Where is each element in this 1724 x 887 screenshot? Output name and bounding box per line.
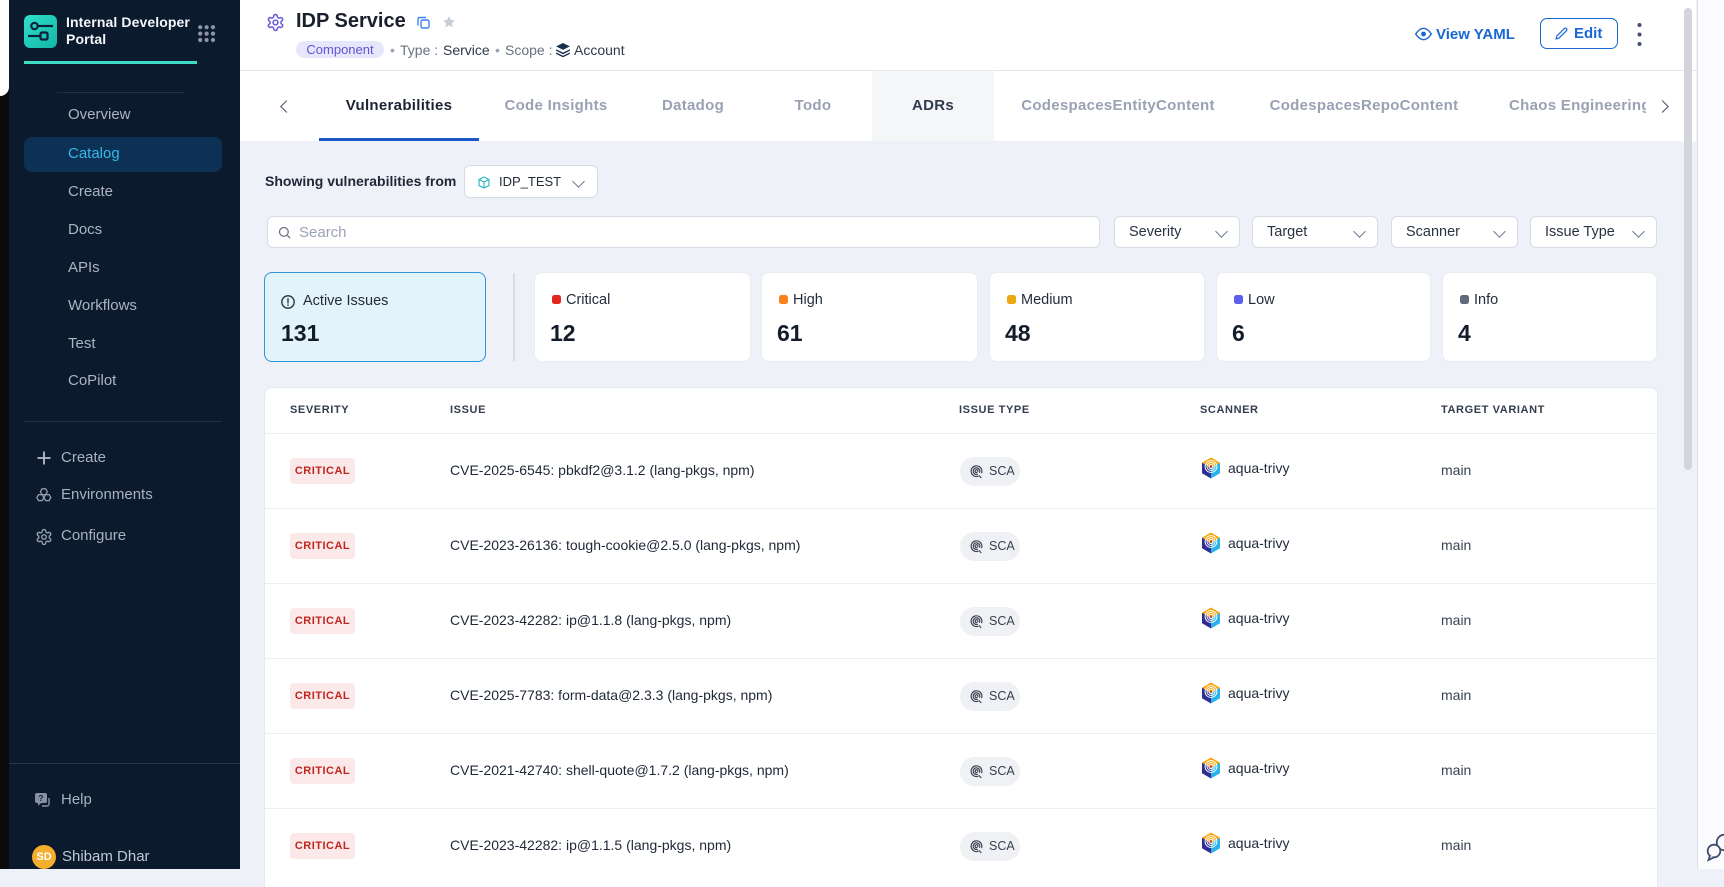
svg-text:?: ? (39, 794, 44, 803)
